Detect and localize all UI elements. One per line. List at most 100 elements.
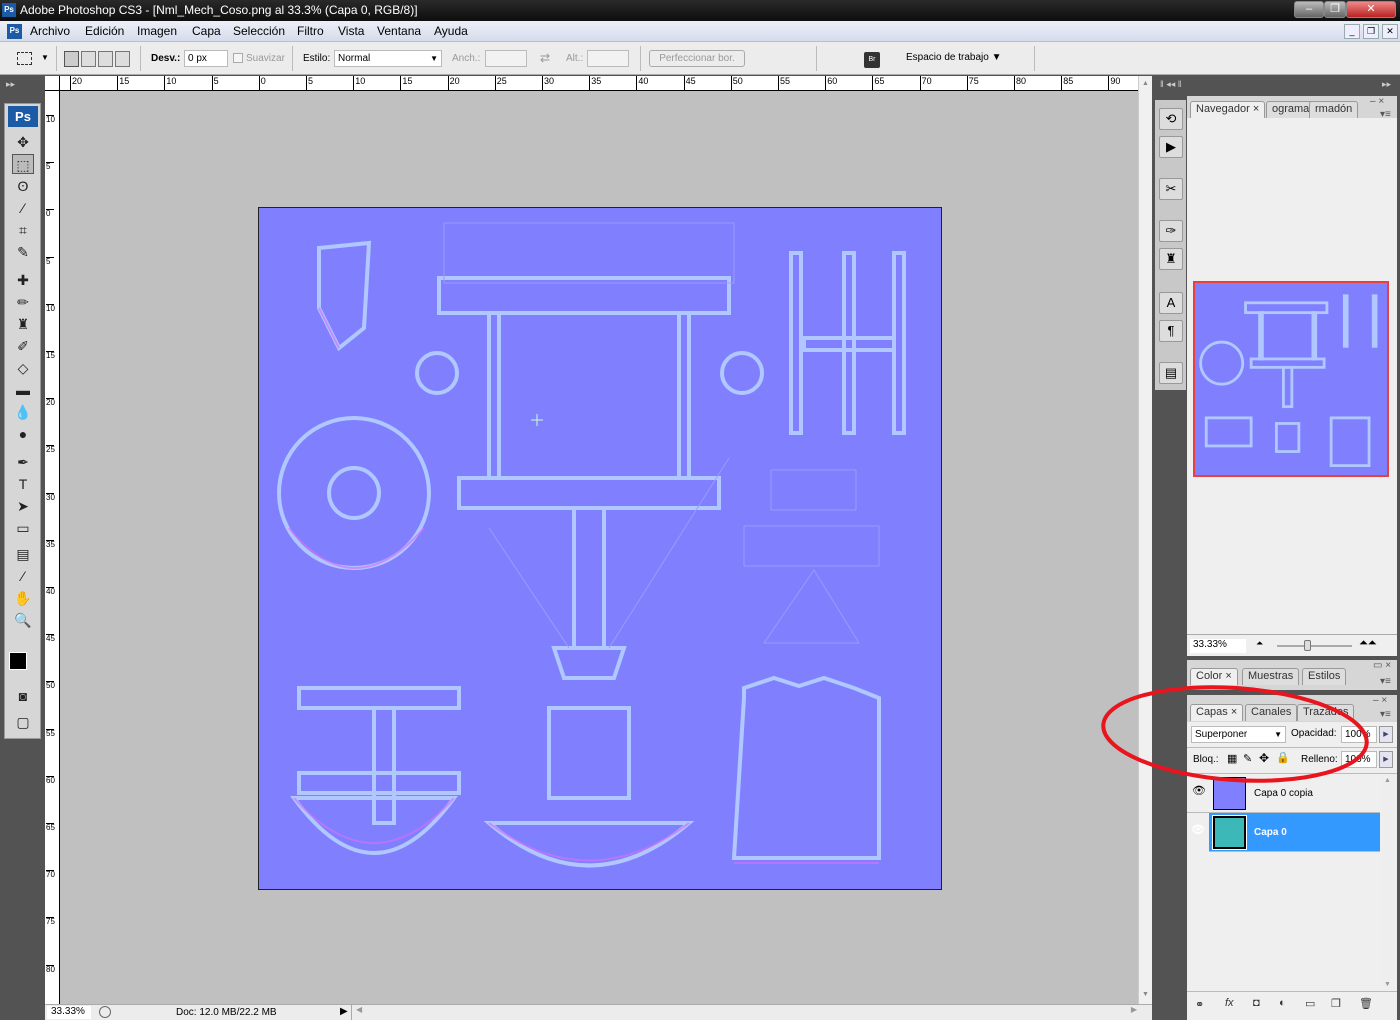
pen-tool-icon[interactable]: ✒ xyxy=(12,452,34,472)
menu-archivo[interactable]: Archivo xyxy=(30,24,70,38)
subtract-selection-button[interactable] xyxy=(98,51,113,67)
ruler-origin[interactable] xyxy=(45,76,60,91)
tab-color[interactable]: Color × xyxy=(1190,668,1238,685)
panel-menu-icon[interactable]: ▾≡ xyxy=(1380,109,1391,120)
tool-presets-icon[interactable]: ✂ xyxy=(1159,178,1183,200)
document-icon[interactable]: Ps xyxy=(7,24,22,39)
lock-pixels-icon[interactable]: ✎ xyxy=(1243,752,1252,765)
fill-input[interactable]: 100% xyxy=(1341,751,1377,768)
panel-menu-icon[interactable]: ▾≡ xyxy=(1380,676,1391,687)
tab-info[interactable]: rmadón xyxy=(1309,101,1359,118)
dodge-tool-icon[interactable]: ● xyxy=(12,424,34,444)
shape-tool-icon[interactable]: ▭ xyxy=(12,518,34,538)
zoom-slider[interactable] xyxy=(1277,640,1352,651)
layer-style-icon[interactable]: fx xyxy=(1225,997,1234,1009)
layers-scrollbar[interactable]: ▲ ▼ xyxy=(1382,775,1395,990)
navigator-zoom-input[interactable]: 33.33% xyxy=(1190,639,1246,653)
fill-slider-button[interactable]: ▶ xyxy=(1379,751,1393,768)
menu-edicion[interactable]: Edición xyxy=(85,24,124,38)
zoom-slider-thumb[interactable] xyxy=(1304,640,1311,651)
character-icon[interactable]: A xyxy=(1159,292,1183,314)
refine-edge-button[interactable]: Perfeccionar bor. xyxy=(649,50,745,67)
tab-styles[interactable]: Estilos xyxy=(1302,668,1347,685)
panel-minimize-icon[interactable]: – × xyxy=(1370,96,1384,107)
zoom-level-field[interactable]: 33.33% xyxy=(47,1006,91,1019)
style-select[interactable]: Normal ▼ xyxy=(334,50,442,67)
lasso-tool-icon[interactable]: ʘ xyxy=(12,176,34,196)
hand-tool-icon[interactable]: ✋ xyxy=(12,588,34,608)
width-input[interactable] xyxy=(485,50,527,67)
menu-ventana[interactable]: Ventana xyxy=(377,24,421,38)
visibility-eye-icon[interactable]: 👁 xyxy=(1191,784,1207,800)
clone-stamp-icon[interactable]: ♜ xyxy=(12,314,34,334)
tab-swatches[interactable]: Muestras xyxy=(1242,668,1300,685)
vertical-scrollbar[interactable]: ▲ ▼ xyxy=(1138,76,1152,1004)
actions-icon[interactable]: ▶ xyxy=(1159,136,1183,158)
panel-minimize-icon[interactable]: ▭ × xyxy=(1373,660,1391,671)
magic-wand-tool-icon[interactable]: ⁄ xyxy=(12,198,34,218)
marquee-tool-icon[interactable]: ⬚ xyxy=(12,154,34,174)
layer-row[interactable]: 👁 Capa 0 copia xyxy=(1187,774,1380,813)
intersect-selection-button[interactable] xyxy=(115,51,130,67)
close-icon[interactable]: × xyxy=(1253,103,1259,115)
doc-restore-button[interactable]: ❐ xyxy=(1363,24,1379,39)
tab-paths[interactable]: Trazados xyxy=(1297,704,1355,721)
layer-row-selected[interactable]: 👁 Capa 0 xyxy=(1187,813,1380,852)
layer-name[interactable]: Capa 0 xyxy=(1254,827,1287,838)
marquee-preset-icon[interactable] xyxy=(17,52,32,65)
tab-navigator[interactable]: Navegador × xyxy=(1190,101,1266,118)
menu-filtro[interactable]: Filtro xyxy=(297,24,324,38)
doc-minimize-button[interactable]: _ xyxy=(1344,24,1360,39)
scroll-down-icon[interactable]: ▼ xyxy=(1142,991,1149,998)
add-selection-button[interactable] xyxy=(81,51,96,67)
opacity-slider-button[interactable]: ▶ xyxy=(1379,726,1393,743)
lock-transparency-icon[interactable]: ▦ xyxy=(1227,752,1237,765)
type-tool-icon[interactable]: T xyxy=(12,474,34,494)
tab-channels[interactable]: Canales xyxy=(1245,704,1298,721)
height-input[interactable] xyxy=(587,50,629,67)
layer-comps-icon[interactable]: ▤ xyxy=(1159,362,1183,384)
status-menu-icon[interactable] xyxy=(99,1006,111,1018)
panel-menu-icon[interactable]: ▾≡ xyxy=(1380,709,1391,720)
swap-icon[interactable]: ⇄ xyxy=(540,51,550,65)
layer-mask-icon[interactable]: ◘ xyxy=(1253,997,1260,1009)
chevron-down-icon[interactable]: ▼ xyxy=(41,53,49,62)
slice-tool-icon[interactable]: ✎ xyxy=(12,242,34,262)
lock-position-icon[interactable]: ✥ xyxy=(1259,751,1269,765)
workspace-menu[interactable]: Espacio de trabajo ▼ xyxy=(906,52,1002,63)
visibility-eye-icon[interactable]: 👁 xyxy=(1187,813,1209,852)
menu-vista[interactable]: Vista xyxy=(338,24,364,38)
tab-histogram[interactable]: ograma xyxy=(1266,101,1316,118)
crop-tool-icon[interactable]: ⌗ xyxy=(12,220,34,240)
notes-tool-icon[interactable]: ▤ xyxy=(12,544,34,564)
layer-name[interactable]: Capa 0 copia xyxy=(1254,788,1313,799)
history-brush-icon[interactable]: ✐ xyxy=(12,336,34,356)
eraser-tool-icon[interactable]: ◇ xyxy=(12,358,34,378)
document-image[interactable] xyxy=(258,207,942,890)
menu-imagen[interactable]: Imagen xyxy=(137,24,177,38)
restore-button[interactable]: ❐ xyxy=(1324,1,1346,18)
move-tool-icon[interactable]: ✥ xyxy=(12,132,34,152)
clone-source-icon[interactable]: ♜ xyxy=(1159,248,1183,270)
expand-icon[interactable]: ▸▸ xyxy=(1382,79,1391,90)
scroll-up-icon[interactable]: ▲ xyxy=(1142,80,1149,87)
navigator-thumbnail[interactable] xyxy=(1193,281,1389,477)
blend-mode-select[interactable]: Superponer ▼ xyxy=(1191,726,1286,743)
brush-tool-icon[interactable]: ✏ xyxy=(12,292,34,312)
collapse-icon[interactable]: ‖ ◂◂ ‖ xyxy=(1160,79,1181,90)
tab-layers[interactable]: Capas × xyxy=(1190,704,1244,721)
zoom-tool-icon[interactable]: 🔍 xyxy=(12,610,34,630)
opacity-input[interactable]: 100% xyxy=(1341,726,1377,743)
menu-seleccion[interactable]: Selección xyxy=(233,24,285,38)
feather-input[interactable]: 0 px xyxy=(184,50,228,67)
lock-all-icon[interactable]: 🔒 xyxy=(1276,751,1290,764)
expand-icon[interactable]: ▸▸ xyxy=(6,79,15,90)
panel-minimize-icon[interactable]: – × xyxy=(1373,695,1387,706)
brushes-icon[interactable]: ✑ xyxy=(1159,220,1183,242)
zoom-in-icon[interactable]: ⏶⏶ xyxy=(1359,637,1377,650)
delete-layer-icon[interactable]: 🗑 xyxy=(1359,997,1373,1010)
adjustment-layer-icon[interactable]: ◐ xyxy=(1279,997,1286,1009)
antialias-checkbox[interactable] xyxy=(233,53,243,63)
new-selection-button[interactable] xyxy=(64,51,79,67)
new-layer-icon[interactable]: ❐ xyxy=(1331,997,1341,1010)
